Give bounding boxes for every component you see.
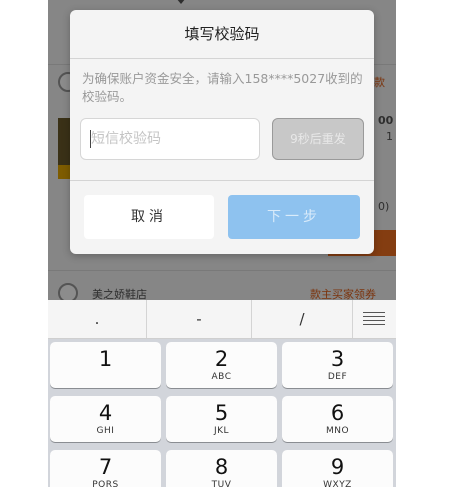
key-3[interactable]: 3 DEF: [282, 342, 393, 388]
divider: [70, 58, 374, 59]
key-digit-label: 6: [330, 401, 345, 425]
list-menu-icon[interactable]: [353, 300, 396, 338]
sms-code-input[interactable]: [80, 118, 260, 160]
key-letters-label: GHI: [96, 426, 115, 436]
key-1[interactable]: 1: [50, 342, 161, 388]
verification-dialog: 填写校验码 为确保账户资金安全，请输入158****5027收到的校验码。 9秒…: [70, 10, 374, 254]
key-letters-label: WXYZ: [323, 480, 352, 487]
numeric-keyboard: . - / 1 2 ABC 3 DEF 4 GHI 5 JKL 6 MNO 7 PQRS 8 TUV 9 WXY…: [48, 300, 396, 487]
key-period[interactable]: .: [48, 300, 146, 338]
key-digit-label: 4: [98, 401, 113, 425]
text-caret: [90, 130, 91, 148]
next-step-button[interactable]: 下一步: [228, 195, 360, 239]
key-digit-label: 7: [98, 455, 113, 479]
key-8[interactable]: 8 TUV: [166, 450, 277, 487]
key-digit-label: 1: [98, 347, 113, 371]
dialog-title: 填写校验码: [184, 25, 260, 43]
divider: [70, 180, 374, 181]
keyboard-symbol-row: . - /: [48, 300, 396, 339]
key-letters-label: PQRS: [92, 480, 119, 487]
dialog-message: 为确保账户资金安全，请输入158****5027收到的校验码。: [82, 71, 363, 104]
phone-screen: 款 00 1 0) 美之娇鞋店 款主买家领券 填写校验码 为确保账户资金安全，请…: [48, 0, 396, 487]
cancel-button[interactable]: 取消: [84, 195, 214, 239]
key-7[interactable]: 7 PQRS: [50, 450, 161, 487]
key-letters-label: JKL: [213, 426, 230, 436]
resend-code-button[interactable]: 9秒后重发: [272, 118, 364, 160]
key-slash[interactable]: /: [252, 300, 352, 338]
key-letters-label: TUV: [211, 480, 232, 487]
key-hyphen[interactable]: -: [147, 300, 251, 338]
key-4[interactable]: 4 GHI: [50, 396, 161, 442]
key-2[interactable]: 2 ABC: [166, 342, 277, 388]
key-digit-label: 5: [214, 401, 229, 425]
key-digit-label: 3: [330, 347, 345, 371]
key-digit-label: 2: [214, 347, 229, 371]
key-digit-label: 9: [330, 455, 345, 479]
key-letters-label: ABC: [211, 372, 232, 382]
key-letters-label: MNO: [325, 426, 350, 436]
key-digit-label: 8: [214, 455, 229, 479]
key-5[interactable]: 5 JKL: [166, 396, 277, 442]
key-9[interactable]: 9 WXYZ: [282, 450, 393, 487]
key-6[interactable]: 6 MNO: [282, 396, 393, 442]
key-letters-label: DEF: [327, 372, 348, 382]
